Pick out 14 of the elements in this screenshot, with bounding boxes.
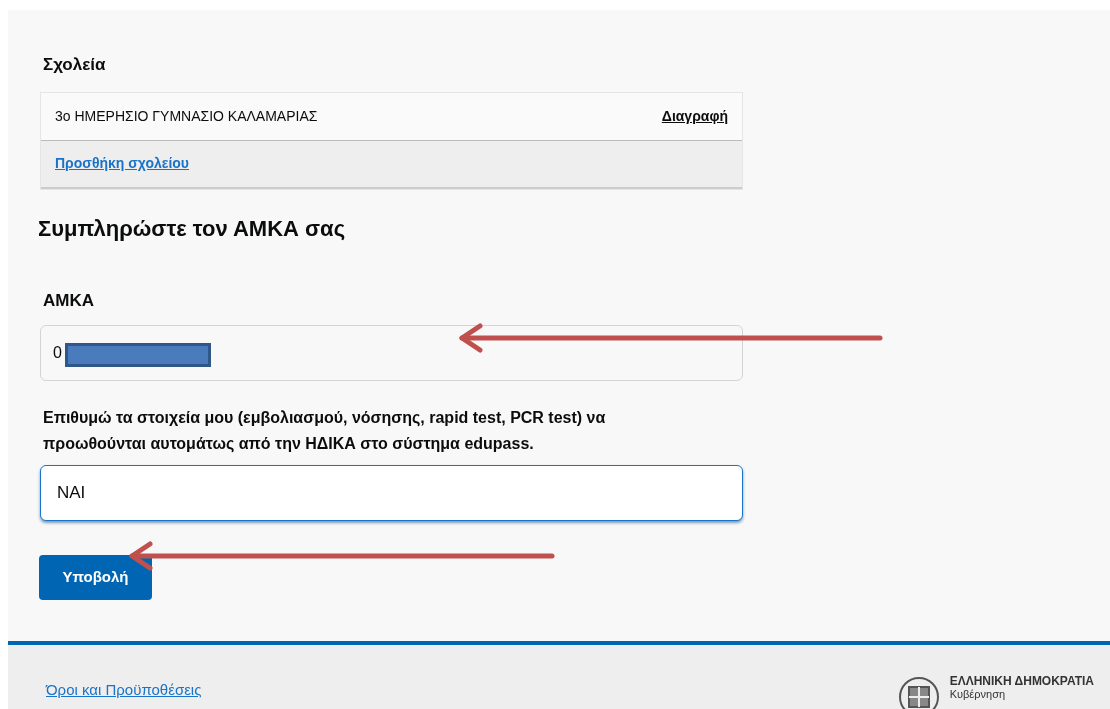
add-school-link[interactable]: Προσθήκη σχολείου	[55, 153, 189, 174]
amka-field[interactable]: 0	[40, 325, 743, 381]
logo-subtitle: Κυβέρνηση	[949, 688, 1007, 701]
delete-link[interactable]: Διαγραφή	[661, 105, 728, 127]
submit-button[interactable]: Υποβολή	[39, 555, 152, 600]
amka-label: ΑΜΚΑ	[43, 289, 95, 312]
consent-field[interactable]: ΝΑΙ	[40, 465, 743, 521]
amka-heading: Συμπληρώστε τον ΑΜΚΑ σας	[38, 214, 347, 243]
school-name: 3ο ΗΜΕΡΗΣΙΟ ΓΥΜΝΑΣΙΟ ΚΑΛΑΜΑΡΙΑΣ	[55, 106, 318, 126]
terms-link[interactable]: Όροι και Προϋποθέσεις	[46, 679, 202, 702]
amka-value: 0	[53, 343, 62, 363]
section-title: Σχολεία	[43, 54, 107, 76]
logo-title: ΕΛΛΗΝΙΚΗ ΔΗΜΟΚΡΑΤΙΑ	[949, 675, 1094, 688]
consent-label: Επιθυμώ τα στοιχεία μου (εμβολιασμού, νόσησης, rapid test, PCR test) να προωθούνται αυτομάτως από την ΗΔΙΚΑ στο σύστημα edupass.	[43, 408, 607, 454]
